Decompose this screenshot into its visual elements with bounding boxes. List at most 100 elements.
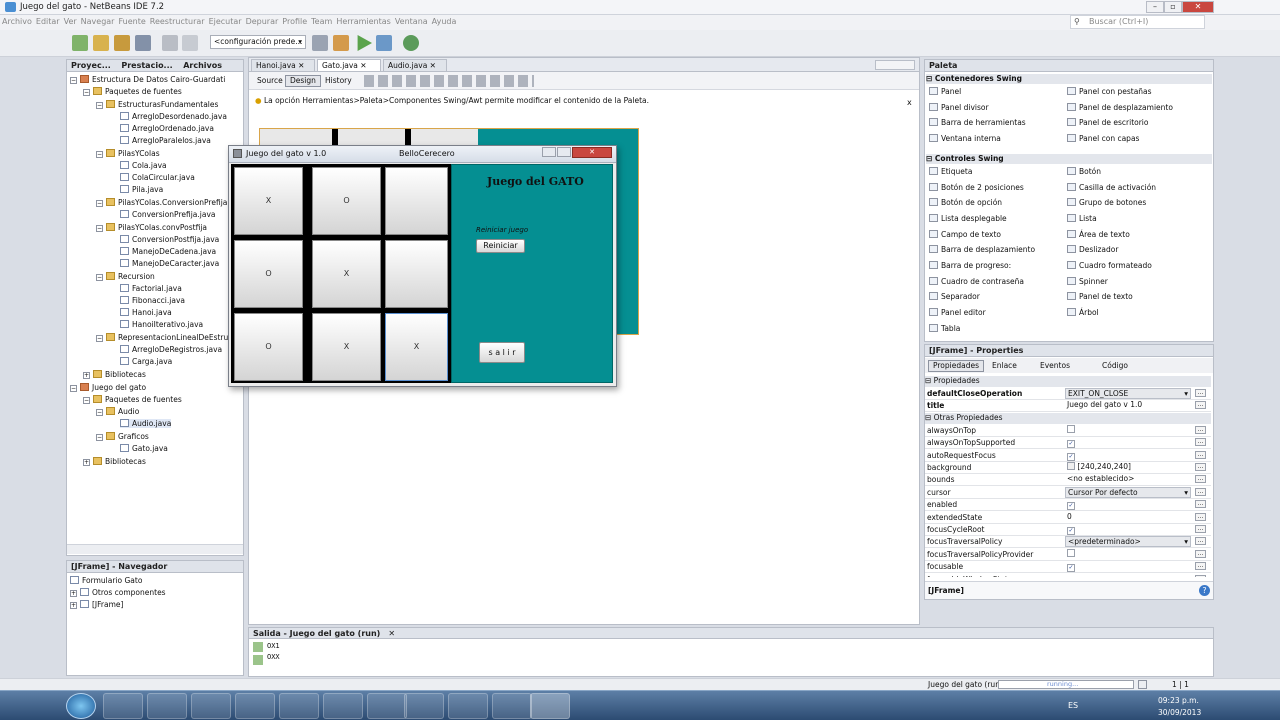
rerun-icon[interactable] [253, 642, 263, 652]
menu-item[interactable]: Ejecutar [207, 15, 244, 28]
tree-leaf[interactable]: Carga.java [120, 357, 172, 366]
palette-item[interactable]: Botón de 2 posiciones [929, 182, 1024, 192]
new-file-icon[interactable] [72, 35, 88, 51]
property-row[interactable]: alwaysOnTop… [925, 424, 1211, 437]
output-title[interactable]: Salida - Juego del gato (run) [249, 628, 384, 639]
game-close-button[interactable]: ✕ [572, 147, 612, 158]
history-view-button[interactable]: History [320, 75, 357, 87]
palette-item[interactable]: Separador [929, 292, 980, 301]
palette-item[interactable]: Spinner [1067, 276, 1108, 286]
property-row[interactable]: alwaysOnTopSupported ✓… [925, 437, 1211, 450]
chrome-task-icon[interactable] [191, 693, 231, 719]
property-value[interactable]: <predeterminado> ▾ [1065, 536, 1191, 548]
palette-item[interactable]: Barra de herramientas [929, 118, 1026, 127]
clock-time[interactable]: 09:23 p.m. [1158, 696, 1199, 705]
debug-icon[interactable] [376, 35, 392, 51]
tab-enlace[interactable]: Enlace [987, 360, 1022, 372]
palette-item[interactable]: Panel [929, 87, 961, 96]
property-row[interactable]: cursor Cursor Por defecto ▾… [925, 486, 1211, 499]
tab-projects[interactable]: Proyec... [67, 60, 115, 71]
tree-node[interactable]: − Juego del gato [70, 383, 146, 392]
palette-item[interactable]: Botón [1067, 166, 1101, 176]
tree-leaf[interactable]: ManejoDeCaracter.java [120, 259, 219, 268]
menu-item[interactable]: Team [309, 15, 334, 28]
palette-category[interactable]: ⊟ Controles Swing [926, 153, 1212, 164]
palette-item[interactable]: Deslizador [1067, 245, 1118, 254]
property-row[interactable]: bounds <no establecido>… [925, 474, 1211, 487]
tree-node[interactable]: + Bibliotecas [83, 370, 146, 379]
palette-item[interactable]: Panel de desplazamiento [1067, 102, 1173, 112]
property-value[interactable] [1065, 424, 1191, 436]
property-row[interactable]: autoRequestFocus ✓… [925, 450, 1211, 462]
property-value[interactable]: 0 [1065, 512, 1191, 523]
explorer-task-icon[interactable] [103, 693, 143, 719]
palette-item[interactable]: Panel con pestañas [1067, 87, 1152, 96]
board-cell[interactable]: X [312, 240, 381, 308]
app-task-icon[interactable] [235, 693, 275, 719]
menu-item[interactable]: Profile [280, 15, 309, 28]
property-row[interactable]: enabled ✓… [925, 499, 1211, 512]
palette-item[interactable]: Ventana interna [929, 134, 1001, 143]
nav-item[interactable]: Formulario Gato [70, 576, 142, 585]
app-task-icon[interactable] [448, 693, 488, 719]
property-row[interactable]: focusableWindowState✓… [925, 574, 1211, 577]
ellipsis-button[interactable]: … [1195, 574, 1206, 577]
language-indicator[interactable]: ES [1068, 701, 1078, 710]
board-cell[interactable]: O [234, 313, 303, 381]
palette-item[interactable]: Cuadro de contraseña [929, 276, 1024, 286]
property-section[interactable]: ⊟ Otras Propiedades [925, 412, 1211, 424]
property-row[interactable]: title Juego del gato v 1.0… [925, 400, 1211, 413]
property-value[interactable]: ✓ [1065, 450, 1191, 461]
start-button[interactable] [66, 693, 96, 719]
ellipsis-button[interactable]: … [1195, 425, 1206, 434]
property-checkbox[interactable]: ✓ [1067, 502, 1075, 511]
ellipsis-button[interactable]: … [1195, 389, 1206, 397]
ellipsis-button[interactable]: … [1195, 537, 1206, 546]
property-checkbox[interactable] [1067, 548, 1075, 557]
profile-icon[interactable] [403, 35, 419, 51]
menu-item[interactable]: Ayuda [430, 15, 459, 28]
ellipsis-button[interactable]: … [1195, 475, 1206, 484]
property-checkbox[interactable]: ✓ [1067, 440, 1075, 449]
palette-item[interactable]: Barra de desplazamiento [929, 245, 1035, 254]
tree-leaf[interactable]: ConversionPrefija.java [120, 210, 215, 219]
configuration-select[interactable]: <configuración prede... ▾ [210, 35, 306, 49]
tree-leaf[interactable]: Hanoi.java [120, 308, 172, 317]
maximize-button[interactable]: ▫ [1164, 1, 1182, 13]
tree-node[interactable]: − RepresentacionLinealDeEstruct... [96, 333, 242, 342]
tree-leaf[interactable]: Cola.java [120, 161, 167, 170]
property-checkbox[interactable] [1067, 424, 1075, 433]
ellipsis-button[interactable]: … [1195, 562, 1206, 571]
reset-button[interactable]: Reiniciar [476, 239, 525, 253]
palette-item[interactable]: Lista desplegable [929, 213, 1007, 223]
menu-item[interactable]: Fuente [116, 15, 147, 28]
app-task-icon[interactable] [279, 693, 319, 719]
minimize-button[interactable]: – [1146, 1, 1164, 13]
property-checkbox[interactable]: ✓ [1067, 564, 1075, 573]
close-button[interactable]: ✕ [1182, 1, 1214, 13]
property-value[interactable]: ✓ [1065, 499, 1191, 511]
tree-node[interactable]: − PilasYColas [96, 149, 160, 158]
tree-node[interactable]: − Audio [96, 407, 139, 416]
help-icon[interactable]: ? [1199, 585, 1210, 596]
tree-node[interactable]: − Graficos [96, 432, 149, 441]
ellipsis-button[interactable]: … [1195, 463, 1206, 471]
palette-item[interactable]: Panel editor [929, 308, 986, 317]
menu-item[interactable]: Ver [62, 15, 79, 28]
palette-item[interactable]: Casilla de activación [1067, 182, 1156, 192]
close-icon[interactable]: ✕ [384, 628, 399, 639]
exit-button[interactable]: s a l i r [479, 342, 525, 363]
board-cell[interactable] [385, 167, 448, 235]
tree-node[interactable]: − Paquetes de fuentes [83, 87, 182, 96]
property-value[interactable]: EXIT_ON_CLOSE ▾ [1065, 388, 1191, 399]
menu-item[interactable]: Depurar [244, 15, 281, 28]
menu-item[interactable]: Herramientas [334, 15, 393, 28]
source-view-button[interactable]: Source [252, 75, 288, 87]
open-project-icon[interactable] [114, 35, 130, 51]
palette-item[interactable]: Árbol [1067, 308, 1099, 317]
tab-hanoi[interactable]: Hanoi.java ✕ [251, 59, 315, 71]
palette-item[interactable]: Grupo de botones [1067, 198, 1146, 207]
property-row[interactable]: background [240,240,240]… [925, 462, 1211, 474]
ellipsis-button[interactable]: … [1195, 512, 1206, 521]
tab-files[interactable]: Archivos [179, 60, 226, 71]
